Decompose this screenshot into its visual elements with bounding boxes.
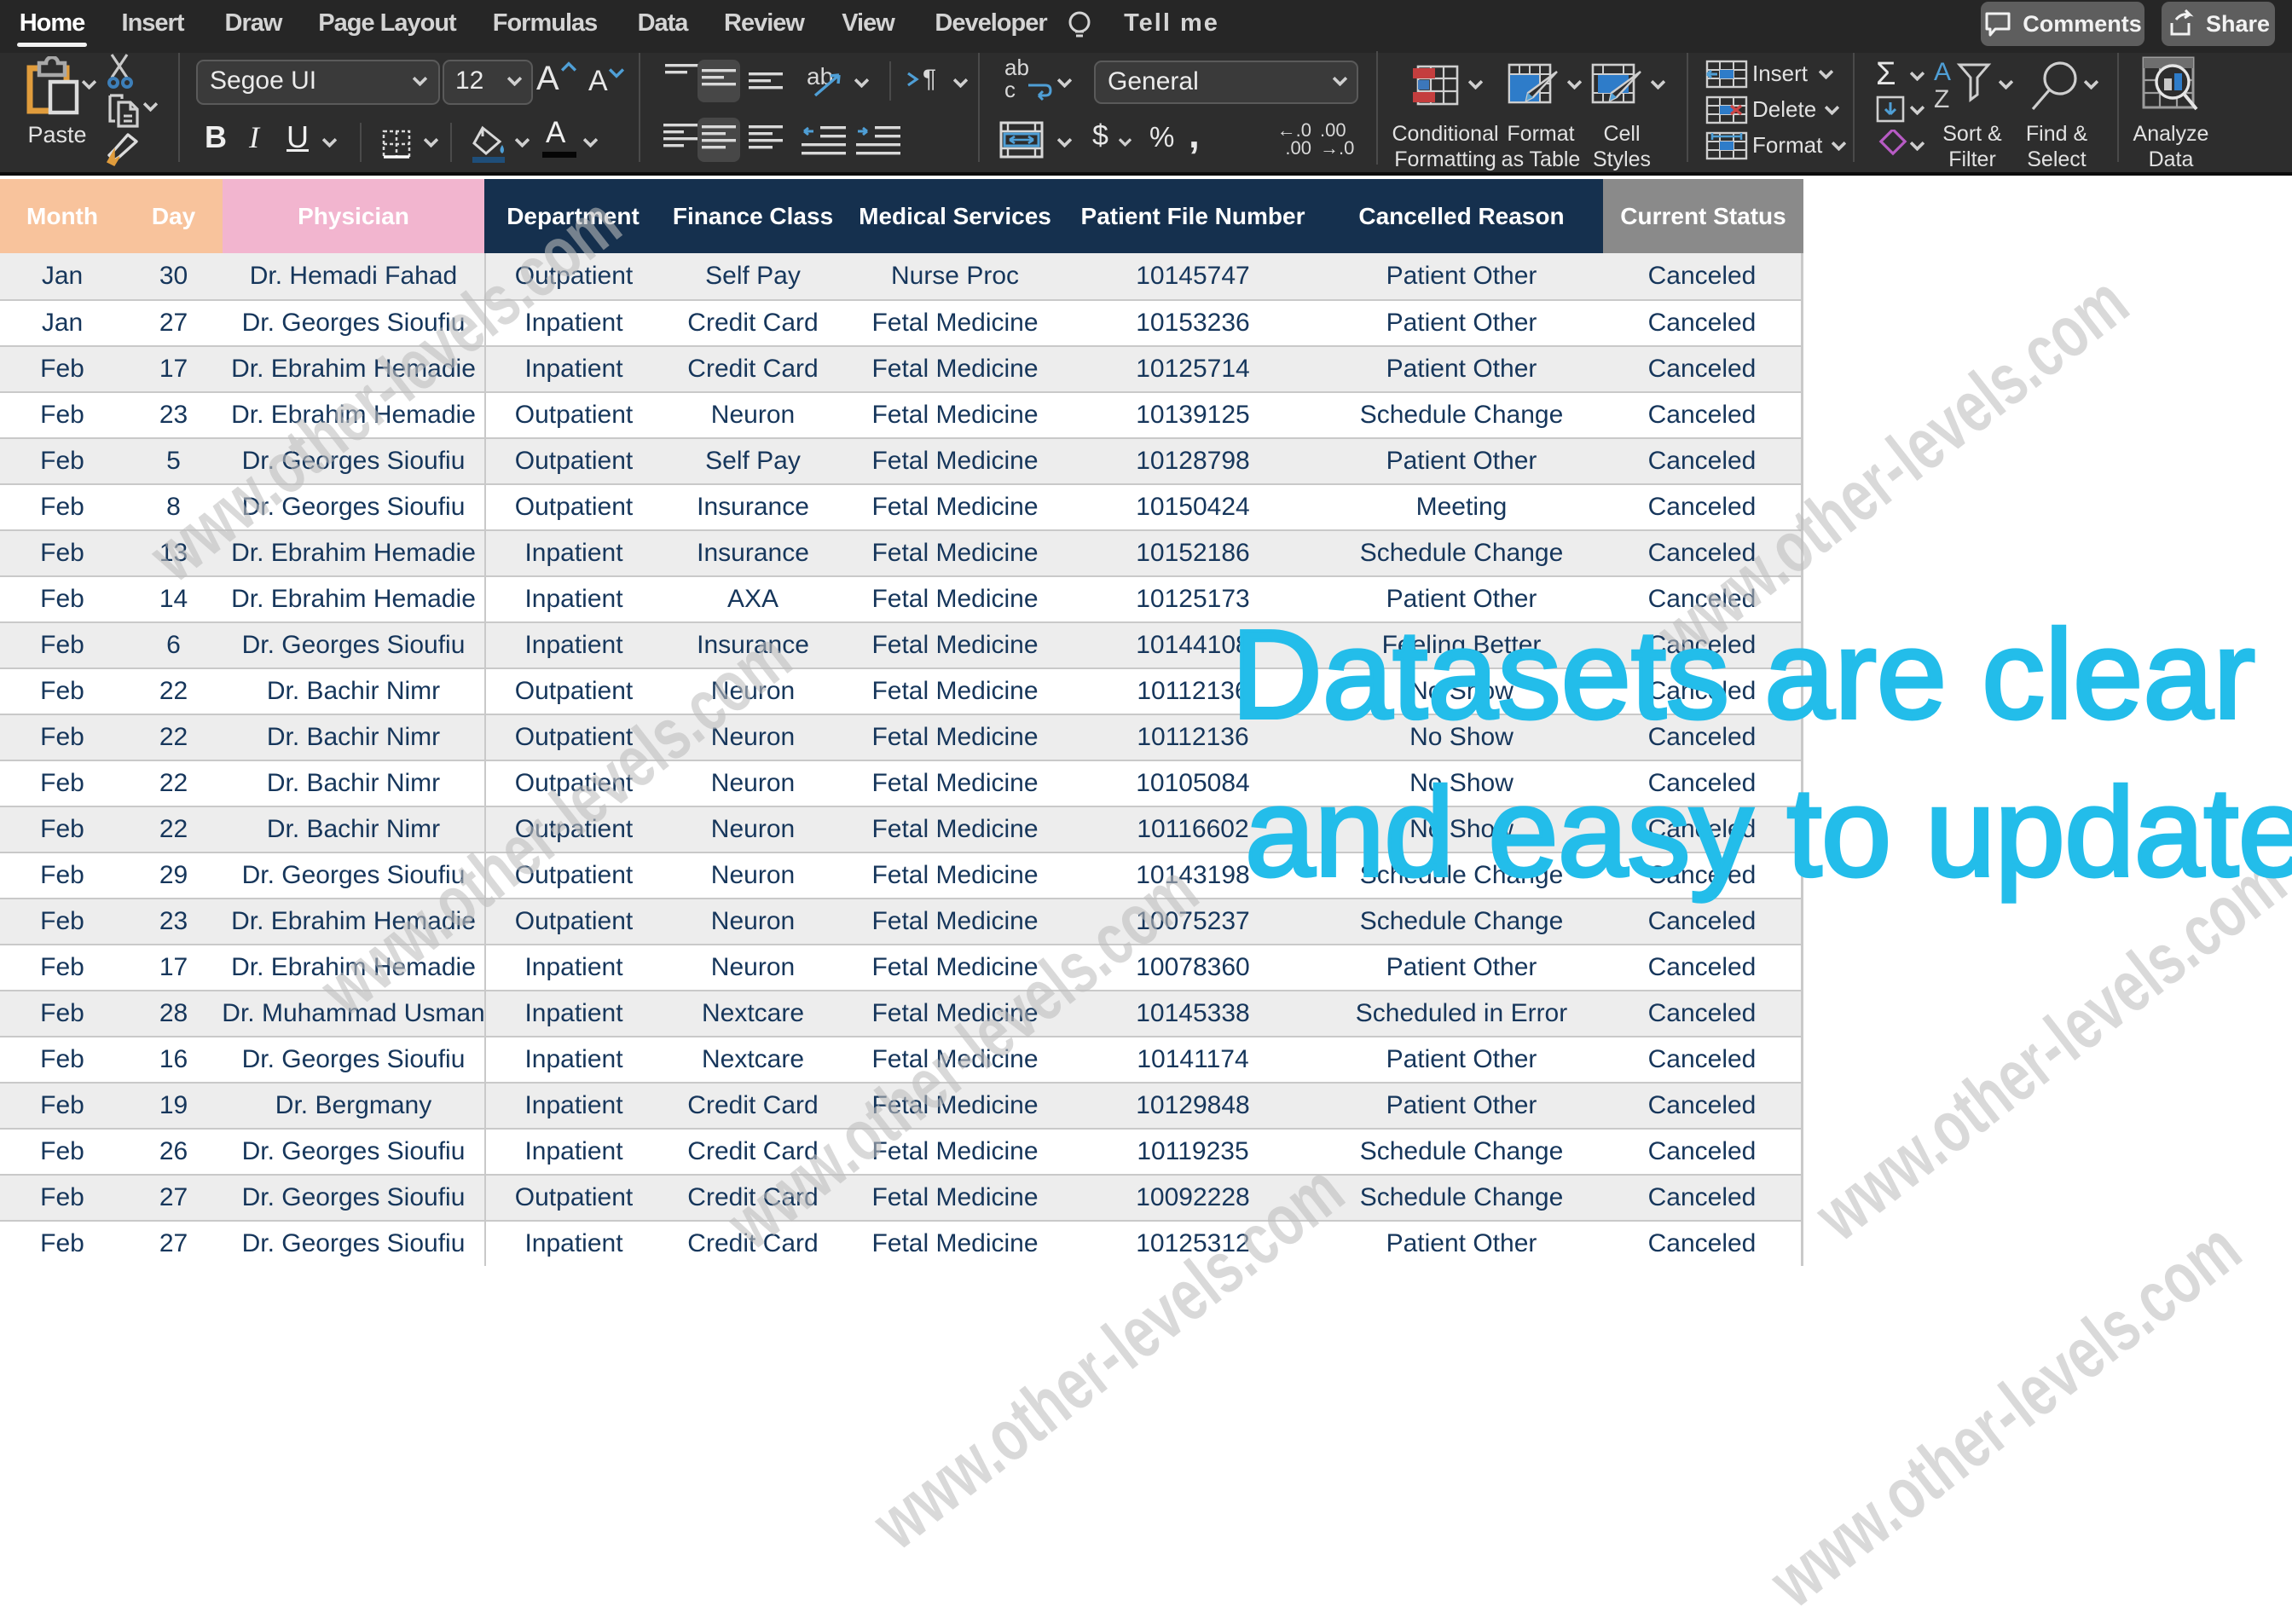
svg-text:A: A <box>1934 60 1951 86</box>
svg-text:Z: Z <box>1934 85 1949 113</box>
